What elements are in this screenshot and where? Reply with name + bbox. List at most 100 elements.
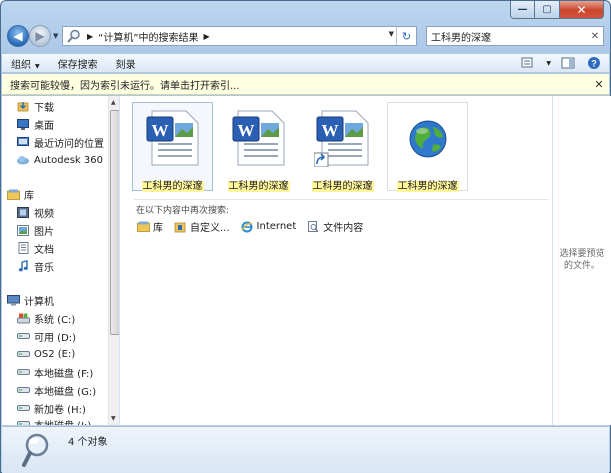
- breadcrumb-separator-icon[interactable]: ▶: [204, 32, 210, 41]
- refresh-icon: ↻: [401, 29, 412, 43]
- save-search-button[interactable]: 保存搜索: [49, 56, 107, 71]
- search-again-internet-link[interactable]: Internet: [240, 221, 297, 233]
- computer-icon: [6, 294, 20, 306]
- sidebar-item-drive-f[interactable]: 本地磁盘 (F:): [16, 363, 93, 381]
- sidebar-item-label: 桌面: [34, 120, 54, 132]
- search-again-links: 库 自定义... Internet 文件内容: [136, 219, 363, 234]
- organize-button[interactable]: 组织 ▼: [2, 56, 49, 71]
- sidebar-item-drive-g[interactable]: 本地磁盘 (G:): [16, 381, 96, 399]
- word-document-icon: W: [232, 110, 285, 166]
- organize-label: 组织: [11, 59, 31, 71]
- file-item[interactable]: 工科男的深邃: [387, 102, 468, 192]
- sidebar-item-documents[interactable]: 文档: [16, 239, 54, 257]
- save-search-label: 保存搜索: [57, 59, 98, 71]
- navigation-scrollbar[interactable]: ▲ ▼: [108, 96, 119, 425]
- sidebar-item-pictures[interactable]: 图片: [16, 221, 54, 239]
- forward-arrow-icon: ▶: [35, 29, 45, 43]
- sidebar-item-label: 可用 (D:): [34, 332, 77, 344]
- scroll-up-icon[interactable]: ▲: [111, 99, 116, 106]
- forward-button[interactable]: ▶: [29, 25, 51, 47]
- library-icon: [136, 221, 150, 233]
- content-area: 下载 桌面 最近访问的位置 Autodesk 360 库 视频 图片 文档 音乐…: [2, 96, 611, 425]
- sidebar-item-drive-d[interactable]: 可用 (D:): [16, 327, 76, 345]
- command-bar: 组织 ▼ 保存搜索 刻录 ▼ ?: [2, 53, 609, 73]
- drive-icon: [16, 384, 30, 396]
- breadcrumb-separator-icon[interactable]: ▶: [87, 32, 93, 41]
- file-item[interactable]: W 工科男的深邃: [132, 102, 213, 192]
- index-warning-bar[interactable]: 搜索可能较慢，因为索引未运行。请单击打开索引... ✕: [2, 74, 609, 95]
- close-button[interactable]: ✕: [560, 1, 604, 19]
- search-again-libraries-link[interactable]: 库: [136, 219, 163, 234]
- sidebar-item-recent-places[interactable]: 最近访问的位置: [16, 133, 104, 151]
- link-label: 自定义...: [190, 223, 230, 234]
- system-drive-icon: [16, 312, 30, 324]
- sidebar-item-music[interactable]: 音乐: [16, 257, 54, 275]
- sidebar-item-libraries[interactable]: 库: [6, 185, 34, 203]
- music-library-icon: [16, 260, 30, 272]
- svg-text:?: ?: [591, 59, 597, 69]
- sidebar-item-label: 计算机: [24, 296, 54, 308]
- preview-hint: 选择要预览的文件。: [559, 249, 605, 271]
- change-view-button[interactable]: [520, 56, 538, 70]
- back-button[interactable]: ◀: [7, 25, 29, 47]
- address-bar[interactable]: ▶ “计算机”中的搜索结果 ▶ ▼ ↻: [62, 26, 417, 46]
- scrollbar-thumb[interactable]: [110, 110, 119, 335]
- back-arrow-icon: ◀: [13, 29, 23, 43]
- sidebar-item-label: 图片: [34, 226, 54, 238]
- index-warning-text[interactable]: 搜索可能较慢，因为索引未运行。请单击打开索引...: [10, 77, 589, 92]
- file-name: 工科男的深邃: [311, 181, 374, 192]
- preview-pane-button[interactable]: [559, 56, 577, 70]
- sidebar-item-drive-c[interactable]: 系统 (C:): [16, 309, 75, 327]
- custom-folder-icon: [173, 221, 187, 233]
- more-views-icon[interactable]: ▼: [546, 60, 551, 67]
- drive-icon: [16, 366, 30, 378]
- search-again-custom-link[interactable]: 自定义...: [173, 219, 230, 234]
- help-icon: ?: [588, 57, 600, 69]
- sidebar-item-videos[interactable]: 视频: [16, 203, 54, 221]
- minimize-button[interactable]: —: [510, 1, 535, 19]
- search-input[interactable]: 工科男的深邃: [431, 29, 587, 44]
- internet-explorer-icon: [240, 221, 254, 233]
- preview-pane-icon: [561, 57, 575, 69]
- breadcrumb-search-results[interactable]: “计算机”中的搜索结果: [98, 29, 198, 44]
- documents-library-icon: [16, 242, 30, 254]
- preview-pane: 选择要预览的文件。: [552, 96, 611, 425]
- word-document-icon: W: [146, 110, 199, 166]
- sidebar-item-downloads[interactable]: 下载: [16, 97, 54, 115]
- svg-text:W: W: [152, 121, 169, 140]
- sidebar-item-drive-e[interactable]: OS2 (E:): [16, 345, 75, 363]
- file-name: 工科男的深邃: [396, 181, 459, 192]
- library-icon: [6, 188, 20, 200]
- sidebar-item-desktop[interactable]: 桌面: [16, 115, 54, 133]
- close-infobar-icon[interactable]: ✕: [589, 78, 609, 91]
- file-item[interactable]: W 工科男的深邃: [218, 102, 299, 192]
- sidebar-item-label: 系统 (C:): [34, 314, 76, 326]
- sidebar-item-label: 本地磁盘 (I:): [34, 417, 91, 426]
- details-pane: 4 个对象: [2, 426, 609, 473]
- pictures-library-icon: [16, 224, 30, 236]
- video-library-icon: [16, 206, 30, 218]
- address-dropdown-icon[interactable]: ▼: [389, 30, 394, 38]
- maximize-button[interactable]: ▢: [535, 1, 560, 19]
- scroll-down-icon[interactable]: ▼: [111, 415, 116, 422]
- file-item[interactable]: W 工科男的深邃: [302, 102, 383, 192]
- search-again-file-contents-link[interactable]: 文件内容: [306, 219, 363, 234]
- file-contents-icon: [306, 220, 320, 233]
- sidebar-item-computer[interactable]: 计算机: [6, 291, 54, 309]
- search-box[interactable]: 工科男的深邃 ✕: [426, 26, 604, 46]
- sidebar-item-drive-i[interactable]: 本地磁盘 (I:): [16, 415, 91, 425]
- refresh-button[interactable]: ↻: [396, 27, 416, 45]
- sidebar-item-autodesk-360[interactable]: Autodesk 360: [16, 151, 103, 169]
- sidebar-item-label: 下载: [34, 102, 54, 114]
- help-button[interactable]: ?: [585, 56, 603, 70]
- burn-button[interactable]: 刻录: [107, 56, 145, 71]
- view-controls: ▼ ?: [520, 56, 603, 70]
- file-name: 工科男的深邃: [227, 181, 290, 192]
- recent-pages-dropdown-icon[interactable]: ▼: [53, 32, 58, 40]
- navigation-pane: 下载 桌面 最近访问的位置 Autodesk 360 库 视频 图片 文档 音乐…: [2, 96, 120, 425]
- sidebar-item-label: 视频: [34, 208, 54, 220]
- results-pane: W 工科男的深邃 W 工科男的深邃 W 工科男的深邃 工科男的深邃 在以下内容中…: [121, 96, 551, 425]
- clear-search-icon[interactable]: ✕: [587, 31, 603, 42]
- file-name: 工科男的深邃: [141, 181, 204, 192]
- link-label: Internet: [256, 221, 297, 232]
